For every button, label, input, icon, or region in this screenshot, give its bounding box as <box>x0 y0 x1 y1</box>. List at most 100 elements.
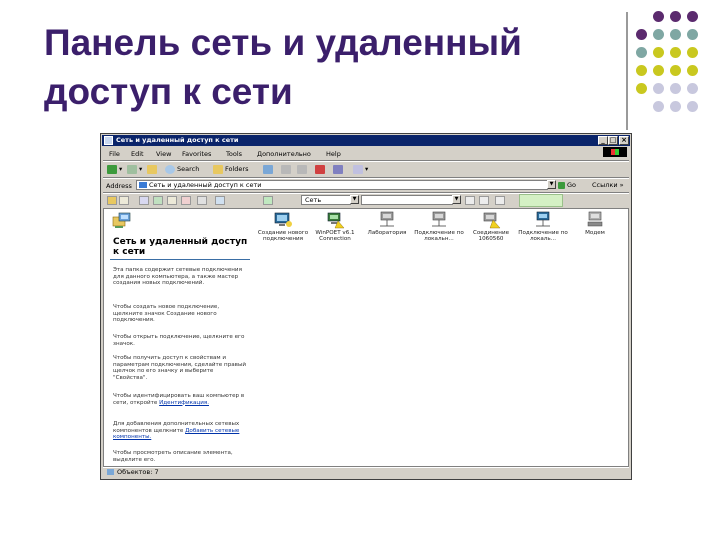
search-icon <box>165 164 175 174</box>
views-button[interactable]: ▾ <box>353 164 368 174</box>
menu-favorites[interactable]: Favorites <box>182 150 211 158</box>
tool-icon[interactable] <box>107 196 117 205</box>
pane-paragraph: Чтобы создать новое подключение, щелкнит… <box>113 304 220 324</box>
menu-edit[interactable]: Edit <box>131 150 144 158</box>
search-button[interactable]: Search <box>165 164 199 174</box>
tool-icon[interactable] <box>167 196 177 205</box>
tool-icon[interactable] <box>495 196 505 205</box>
tool-icon[interactable] <box>139 196 149 205</box>
menu-bar: File Edit View Favorites Tools Дополните… <box>103 148 629 159</box>
connection-item[interactable]: Создание нового подключения <box>256 209 310 243</box>
connection-item[interactable]: Лаборатория <box>360 209 414 236</box>
menu-tools[interactable]: Tools <box>226 150 242 158</box>
green-toolbar-area[interactable] <box>519 194 563 207</box>
move-to-button[interactable] <box>281 164 293 174</box>
pane-paragraph-with-link: Для добавления дополнительных сетевых ко… <box>113 421 249 441</box>
connection-label: Модем <box>585 230 605 236</box>
tool-icon[interactable] <box>215 196 225 205</box>
connection-item[interactable]: Модем <box>568 209 622 236</box>
undo-icon <box>333 164 343 174</box>
tool-icon[interactable] <box>153 196 163 205</box>
menu-advanced[interactable]: Дополнительно <box>257 150 311 158</box>
connection-item[interactable]: WinPOET v6.1 Connection <box>308 209 362 243</box>
identification-link[interactable]: Идентификация. <box>159 400 209 406</box>
go-label: Go <box>567 181 577 189</box>
combo-box-1[interactable]: Сеть <box>301 195 351 205</box>
decorative-dot <box>653 101 664 112</box>
divider-line <box>626 12 628 130</box>
decorative-dot <box>636 65 647 76</box>
pane-paragraph: Эта папка содержит сетевые подключения д… <box>113 267 242 287</box>
tool-icon[interactable] <box>119 196 129 205</box>
undo-button[interactable] <box>333 164 345 174</box>
address-bar: Address Сеть и удаленный доступ к сети ▼… <box>103 179 629 192</box>
folder-view: Сеть и удаленный доступ к сети Эта папка… <box>103 208 629 467</box>
combo-2-dropdown[interactable]: ▼ <box>452 195 461 204</box>
address-label: Address <box>106 182 132 190</box>
tool-icon[interactable] <box>263 196 273 205</box>
decorative-dot <box>670 29 681 40</box>
explorer-window: Сеть и удаленный доступ к сети _ □ × Fil… <box>100 133 632 480</box>
address-input[interactable]: Сеть и удаленный доступ к сети <box>136 180 548 190</box>
delete-button[interactable] <box>315 164 327 174</box>
tool-icon[interactable] <box>197 196 207 205</box>
modem-icon <box>585 211 605 229</box>
folders-button[interactable]: Folders <box>213 164 248 174</box>
network-connections-icon <box>112 212 132 230</box>
forward-button[interactable]: ▾ <box>127 164 142 174</box>
decorative-dot <box>636 83 647 94</box>
status-icon <box>107 469 114 475</box>
connection-item[interactable]: Подключение по локаль... <box>516 209 570 243</box>
folder-icon <box>104 136 113 145</box>
tool-icon[interactable] <box>479 196 489 205</box>
up-button[interactable] <box>147 164 159 174</box>
maximize-button[interactable]: □ <box>608 136 618 145</box>
tool-icon[interactable] <box>465 196 475 205</box>
network-connection-icon <box>325 211 345 229</box>
combo-1-value: Сеть <box>305 196 322 204</box>
connection-item[interactable]: Соединение 1060560 <box>464 209 518 243</box>
menu-help[interactable]: Help <box>326 150 341 158</box>
network-folder-icon <box>139 182 147 188</box>
decorative-dot <box>687 11 698 22</box>
decorative-dot <box>670 11 681 22</box>
decorative-dot <box>670 83 681 94</box>
slide-title: Панель сеть и удаленный доступ к сети <box>44 22 522 112</box>
decorative-dot <box>653 83 664 94</box>
connection-item[interactable]: Подключение по локальн... <box>412 209 466 243</box>
pane-paragraph: Чтобы открыть подключение, щелкните его … <box>113 334 245 347</box>
menu-view[interactable]: View <box>156 150 171 158</box>
history-button[interactable] <box>263 164 275 174</box>
windows-logo-icon <box>603 147 627 157</box>
forward-arrow-icon <box>127 164 137 174</box>
decorative-dot <box>670 101 681 112</box>
go-button[interactable]: Go <box>558 181 576 190</box>
decorative-dot <box>687 83 698 94</box>
window-titlebar[interactable]: Сеть и удаленный доступ к сети _ □ × <box>102 135 630 146</box>
dialup-connection-icon <box>481 211 501 229</box>
copy-to-button[interactable] <box>297 164 309 174</box>
folder-up-icon <box>147 164 157 174</box>
address-value: Сеть и удаленный доступ к сети <box>149 181 262 189</box>
connection-label: WinPOET v6.1 Connection <box>315 230 355 243</box>
decorative-dot <box>653 47 664 58</box>
address-dropdown-button[interactable]: ▼ <box>547 180 556 189</box>
folders-icon <box>213 164 223 174</box>
pane-title: Сеть и удаленный доступ к сети <box>113 237 248 257</box>
links-button[interactable]: Ссылки » <box>592 181 624 190</box>
tool-icon[interactable] <box>181 196 191 205</box>
combo-box-2[interactable] <box>361 195 453 205</box>
menu-file[interactable]: File <box>109 150 120 158</box>
back-button[interactable]: ▾ <box>107 164 122 174</box>
pane-rule <box>110 259 250 260</box>
close-button[interactable]: × <box>619 136 629 145</box>
decorative-dot <box>687 101 698 112</box>
status-bar: Объектов: 7 <box>103 467 629 477</box>
combo-1-dropdown[interactable]: ▼ <box>350 195 359 204</box>
minimize-button[interactable]: _ <box>598 136 608 145</box>
standard-toolbar: ▾ ▾ Search Folders ▾ <box>103 162 629 177</box>
extra-toolbar: Сеть ▼ ▼ <box>103 194 629 207</box>
decorative-dots <box>636 11 720 123</box>
decorative-dot <box>670 65 681 76</box>
decorative-dot <box>687 29 698 40</box>
